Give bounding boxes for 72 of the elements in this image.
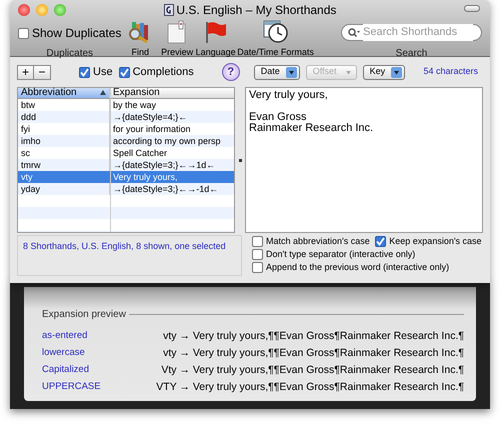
table-row[interactable]: vty Very truly yours, <box>18 171 234 183</box>
table-cell: fyi <box>21 124 30 134</box>
toolbar-group-label: Duplicates <box>46 47 94 61</box>
table-cell: tmrw <box>21 160 40 170</box>
option-checkbox[interactable]: Match abbreviation's case <box>252 236 370 247</box>
close-button[interactable] <box>18 4 30 16</box>
table-cell: imho <box>21 136 41 146</box>
show-duplicates-checkbox[interactable]: Show Duplicates <box>18 20 122 46</box>
case-label: Capitalized <box>42 364 89 376</box>
expansion-text-editor[interactable]: Very truly yours, Evan Gross Rainmaker Research Inc. <box>245 87 483 233</box>
table-cell: →{dateStyle=3;}←→1d← <box>113 160 216 170</box>
table-row[interactable]: fyi for your information <box>18 123 234 135</box>
table-row[interactable]: sc Spell Catcher <box>18 147 234 159</box>
table-cell: ddd <box>21 112 36 122</box>
option-checkbox[interactable]: Append to the previous word (interactive only) <box>252 262 450 273</box>
toolbar-button[interactable]: Preview <box>159 20 196 60</box>
table-cell: btw <box>21 100 36 110</box>
table-cell: Spell Catcher <box>113 148 168 158</box>
sort-ascending-icon <box>100 90 106 95</box>
checkbox[interactable] <box>79 66 90 78</box>
popup-button: Offset <box>306 64 357 80</box>
table-row[interactable]: ddd →{dateStyle=4;}← <box>18 111 234 123</box>
table-cell: Very truly yours, <box>113 172 178 182</box>
table-row[interactable]: yday →{dateStyle=3;}←→-1d← <box>18 183 234 195</box>
checkbox[interactable] <box>18 28 29 38</box>
toolbar-group-label: Search <box>396 47 428 61</box>
preview-result: VTY → Very truly yours,¶¶Evan Gross¶Rainmaker Research Inc.¶ <box>156 380 464 393</box>
table-cell: for your information <box>113 124 191 134</box>
toolbar-button[interactable]: Language <box>195 20 236 60</box>
use-checkbox[interactable]: Use <box>79 64 113 80</box>
checkbox[interactable] <box>252 236 263 247</box>
help-button[interactable]: ? <box>222 63 240 81</box>
table-cell: according to my own persp <box>113 136 221 146</box>
popup-button[interactable]: Date <box>254 64 300 80</box>
add-button[interactable]: + <box>17 64 34 80</box>
toolbar-button[interactable]: Find <box>121 20 160 60</box>
popup-button[interactable]: Key <box>362 64 406 80</box>
table-row[interactable]: imho according to my own persp <box>18 135 234 147</box>
search-field[interactable]: Search Shorthands <box>341 24 482 41</box>
table-cell: →{dateStyle=4;}← <box>113 112 188 122</box>
case-label: as-entered <box>42 330 88 342</box>
table-cell: sc <box>21 148 30 158</box>
case-label: UPPERCASE <box>42 381 101 392</box>
case-label: lowercase <box>42 347 85 358</box>
checkbox[interactable] <box>252 249 263 260</box>
completions-checkbox[interactable]: Completions <box>118 64 194 80</box>
search-icon <box>348 28 360 38</box>
character-count: 54 characters <box>423 65 478 78</box>
option-checkbox[interactable]: Don't type separator (interactive only) <box>252 249 416 260</box>
toolbar-toggle-button[interactable] <box>464 5 480 12</box>
calendar-clock-icon <box>262 20 289 44</box>
checkbox[interactable] <box>118 66 130 78</box>
checkbox[interactable] <box>252 262 263 273</box>
table-cell: →{dateStyle=3;}←→-1d← <box>113 184 218 194</box>
table-cell: vty <box>21 172 33 182</box>
column-header[interactable]: Abbreviation <box>18 88 110 98</box>
preview-result: vty → Very truly yours,¶¶Evan Gross¶Rainmaker Research Inc.¶ <box>163 346 464 359</box>
checkbox[interactable] <box>375 236 386 247</box>
option-checkbox[interactable]: Keep expansion's case <box>375 236 482 247</box>
status-text: 8 Shorthands, U.S. English, 8 shown, one selected <box>23 241 226 251</box>
table-row[interactable]: btw by the way <box>18 99 234 111</box>
preview-result: vty → Very truly yours,¶¶Evan Gross¶Rainmaker Research Inc.¶ <box>163 330 464 342</box>
table-cell: by the way <box>113 100 156 110</box>
table-cell: yday <box>21 184 40 194</box>
document-icon <box>164 4 174 16</box>
section-title: Expansion preview <box>42 308 126 322</box>
splitter-handle-icon[interactable] <box>238 158 242 162</box>
preview-result: Vty → Very truly yours,¶¶Evan Gross¶Rainmaker Research Inc.¶ <box>161 364 464 376</box>
window-title: U.S. English – My Shorthands <box>176 2 336 19</box>
flag-icon <box>204 20 228 44</box>
toolbar-button[interactable]: Date/Time Formats <box>236 20 315 60</box>
remove-button[interactable]: − <box>34 64 51 80</box>
